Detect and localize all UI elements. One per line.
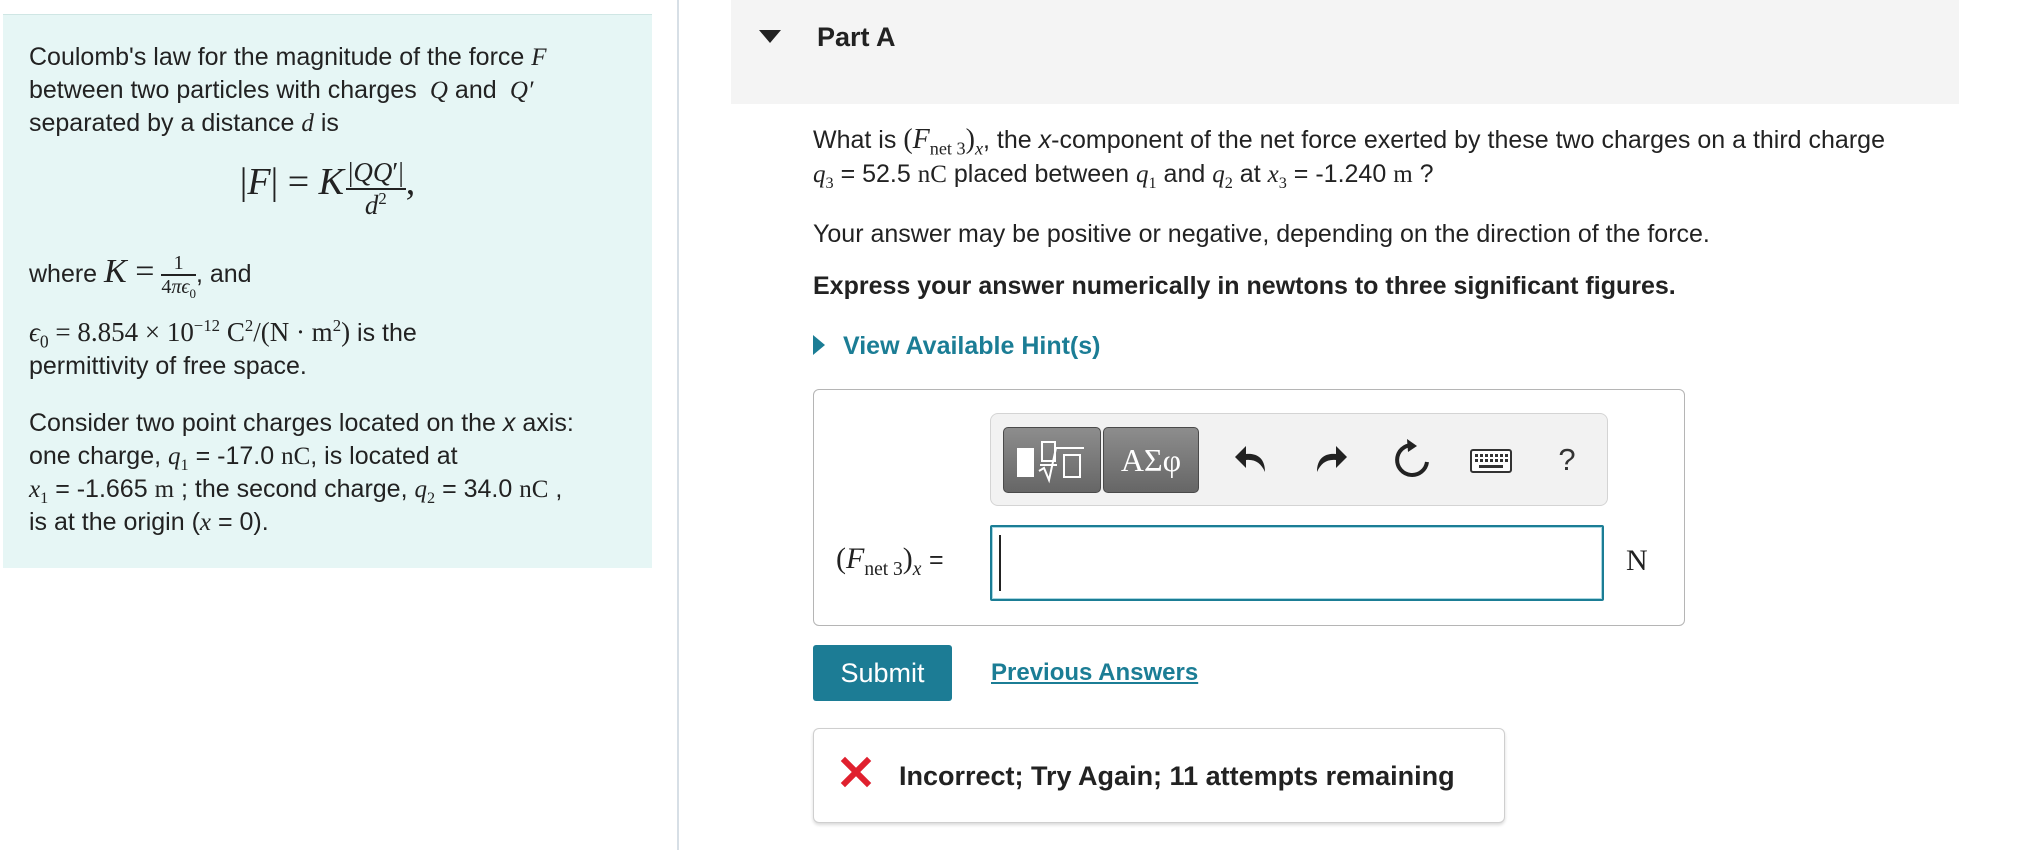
consider-line-1: Consider two point charges located on th… [29, 409, 574, 437]
math-toolbar: ΑΣφ ? [990, 413, 1608, 506]
templates-button[interactable] [1003, 427, 1101, 493]
intro-line-2: between two particles with charges Q and… [29, 76, 534, 104]
text-cursor [999, 535, 1001, 591]
answer-instruction: Express your answer numerically in newto… [813, 272, 1676, 300]
part-header[interactable] [731, 0, 1959, 104]
answer-label: (Fnet 3)x = [836, 542, 944, 580]
intro-line-3: separated by a distance d is [29, 109, 339, 137]
consider-line-3: x1 = -1.665 m ; the second charge, q2 = … [29, 475, 563, 507]
consider-line-2: one charge, q1 = -17.0 nC, is located at [29, 442, 458, 474]
problem-info-panel: Coulomb's law for the magnitude of the f… [3, 14, 652, 568]
incorrect-x-icon [840, 756, 872, 788]
expand-triangle-icon [813, 335, 825, 355]
previous-answers-link[interactable]: Previous Answers [991, 659, 1198, 687]
answer-input[interactable] [990, 525, 1604, 601]
help-button[interactable]: ? [1545, 436, 1589, 484]
keyboard-icon[interactable] [1469, 436, 1513, 484]
consider-line-4: is at the origin (x = 0). [29, 508, 269, 536]
collapse-triangle-icon[interactable] [759, 30, 781, 43]
reset-icon[interactable] [1391, 436, 1435, 484]
column-divider [677, 0, 679, 850]
epsilon-line: ϵ0 = 8.854 × 10−12 C2/(N · m2) is the [29, 316, 417, 352]
unit-label: N [1626, 544, 1648, 577]
intro-line-1: Coulomb's law for the magnitude of the f… [29, 43, 547, 71]
question-line-2: q3 = 52.5 nC placed between q1 and q2 at… [813, 160, 1434, 192]
sign-note: Your answer may be positive or negative,… [813, 220, 1710, 248]
redo-icon[interactable] [1307, 436, 1351, 484]
question-line-1: What is (Fnet 3)x, the x-component of th… [813, 124, 1885, 159]
part-title[interactable]: Part A [817, 22, 896, 53]
view-hints-link[interactable]: View Available Hint(s) [813, 332, 1100, 361]
where-k-line: where K = 1 4πϵ0, and [29, 252, 252, 301]
feedback-message: Incorrect; Try Again; 11 attempts remain… [899, 761, 1455, 791]
coulomb-formula: |F| = K |QQ′| d2, [239, 157, 416, 220]
permittivity-line: permittivity of free space. [29, 352, 307, 380]
submit-button[interactable]: Submit [813, 645, 952, 701]
templates-icon [1017, 441, 1084, 484]
greek-symbols-button[interactable]: ΑΣφ [1103, 427, 1199, 493]
undo-icon[interactable] [1231, 436, 1275, 484]
